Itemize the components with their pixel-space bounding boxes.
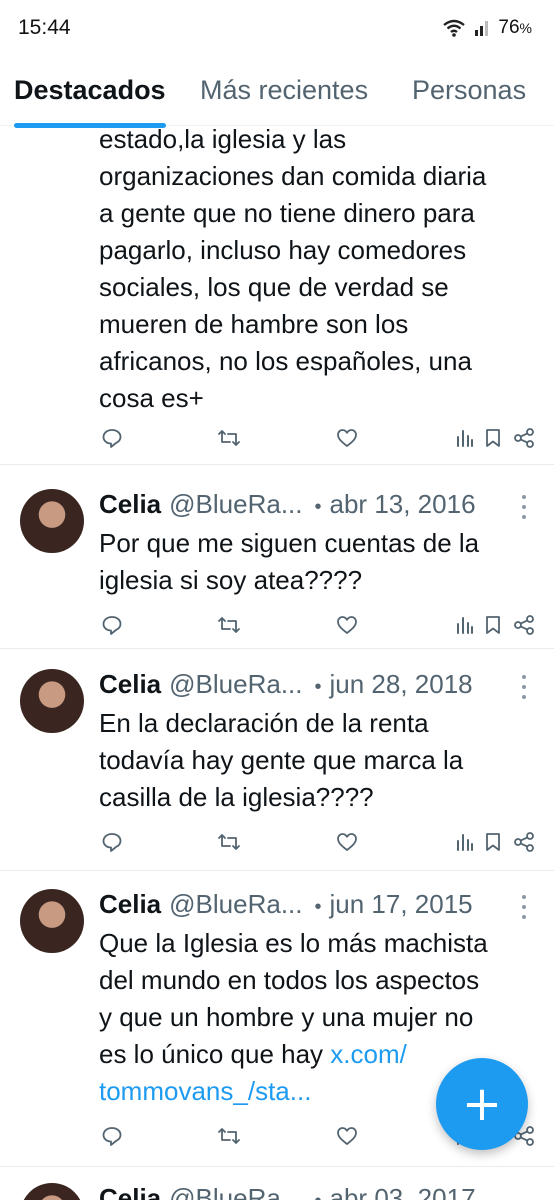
battery-level: 76% xyxy=(498,17,532,38)
reply-icon[interactable] xyxy=(101,614,123,641)
tweet-text: estado,la iglesia y las organizaciones d… xyxy=(99,127,487,413)
heart-icon[interactable] xyxy=(336,831,358,858)
avatar[interactable] xyxy=(20,489,84,553)
tweet-date[interactable]: abr 03, 2017 xyxy=(330,1183,476,1200)
bookmark-icon[interactable] xyxy=(483,614,503,641)
status-bar: 15:44 76% xyxy=(0,0,554,56)
tweet-feed[interactable]: estado,la iglesia y las organizaciones d… xyxy=(0,127,554,1200)
reply-icon[interactable] xyxy=(101,427,123,454)
tab-mas-recientes[interactable]: Más recientes xyxy=(200,75,368,106)
more-icon[interactable] xyxy=(520,495,528,519)
reply-icon[interactable] xyxy=(101,1125,123,1152)
share-icon[interactable] xyxy=(513,427,535,454)
retweet-icon[interactable] xyxy=(217,831,241,858)
heart-icon[interactable] xyxy=(336,427,358,454)
tab-destacados[interactable]: Destacados xyxy=(14,75,166,128)
tweet-actions xyxy=(99,831,539,859)
views-icon[interactable] xyxy=(455,614,475,641)
author-name[interactable]: Celia xyxy=(99,669,161,700)
share-icon[interactable] xyxy=(513,831,535,858)
avatar[interactable] xyxy=(20,669,84,733)
tweet-text: En la declaración de la renta todavía ha… xyxy=(99,708,464,812)
views-icon[interactable] xyxy=(455,427,475,454)
author-handle[interactable]: @BlueRa... xyxy=(169,669,302,700)
heart-icon[interactable] xyxy=(336,614,358,641)
separator-dot: • xyxy=(314,496,322,518)
author-name[interactable]: Celia xyxy=(99,889,161,920)
more-icon[interactable] xyxy=(520,675,528,699)
tweet-text: Por que me siguen cuentas de la iglesia … xyxy=(99,528,480,595)
plus-icon: + xyxy=(461,1076,503,1132)
tweet[interactable]: estado,la iglesia y las organizaciones d… xyxy=(0,127,554,465)
status-time: 15:44 xyxy=(18,16,71,39)
author-handle[interactable]: @BlueRa... xyxy=(169,1183,302,1200)
heart-icon[interactable] xyxy=(336,1125,358,1152)
tweet-date[interactable]: jun 28, 2018 xyxy=(330,669,473,700)
tweet[interactable]: Celia @BlueRa... • abr 13, 2016 Por que … xyxy=(0,465,554,649)
search-tabs: Destacados Más recientes Personas xyxy=(0,56,554,128)
reply-icon[interactable] xyxy=(101,831,123,858)
bookmark-icon[interactable] xyxy=(483,831,503,858)
avatar[interactable] xyxy=(20,889,84,953)
tweet[interactable]: Celia @BlueRa... • abr 03, 2017 xyxy=(0,1167,554,1200)
tweet-actions xyxy=(99,427,539,455)
tweet-header: Celia @BlueRa... • jun 28, 2018 xyxy=(99,669,473,700)
separator-dot: • xyxy=(314,896,322,918)
separator-dot: • xyxy=(314,676,322,698)
separator-dot: • xyxy=(315,1190,322,1200)
author-name[interactable]: Celia xyxy=(99,1183,161,1200)
author-handle[interactable]: @BlueRa... xyxy=(169,889,302,920)
wifi-icon xyxy=(442,18,466,38)
signal-icon xyxy=(474,18,490,38)
avatar[interactable] xyxy=(20,1183,84,1200)
tweet-date[interactable]: jun 17, 2015 xyxy=(330,889,473,920)
tab-personas[interactable]: Personas xyxy=(412,75,526,106)
tweet-link[interactable]: x.com/ xyxy=(330,1039,407,1069)
author-handle[interactable]: @BlueRa... xyxy=(169,489,302,520)
tweet-header: Celia @BlueRa... • abr 13, 2016 xyxy=(99,489,476,520)
retweet-icon[interactable] xyxy=(217,614,241,641)
tweet-header: Celia @BlueRa... • jun 17, 2015 xyxy=(99,889,473,920)
tweet[interactable]: Celia @BlueRa... • jun 28, 2018 En la de… xyxy=(0,649,554,871)
active-tab-indicator xyxy=(14,123,166,128)
share-icon[interactable] xyxy=(513,614,535,641)
status-icons: 76% xyxy=(442,17,532,39)
bookmark-icon[interactable] xyxy=(483,427,503,454)
more-icon[interactable] xyxy=(520,895,528,919)
compose-button[interactable]: + xyxy=(436,1058,528,1150)
author-name[interactable]: Celia xyxy=(99,489,161,520)
tweet-date[interactable]: abr 13, 2016 xyxy=(330,489,476,520)
tweet-header: Celia @BlueRa... • abr 03, 2017 xyxy=(99,1183,476,1200)
tweet-actions xyxy=(99,614,539,642)
retweet-icon[interactable] xyxy=(217,1125,241,1152)
retweet-icon[interactable] xyxy=(217,427,241,454)
views-icon[interactable] xyxy=(455,831,475,858)
